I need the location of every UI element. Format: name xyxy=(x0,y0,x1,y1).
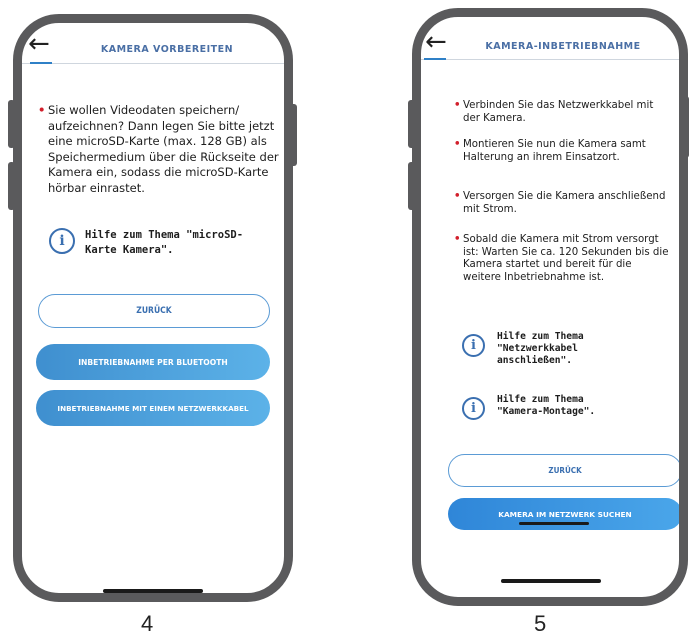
phone4-back-button-label: ZURÜCK xyxy=(136,306,172,316)
phone5-bullet-item-1: • Verbinden Sie das Netzwerkkabel mit de… xyxy=(454,100,669,125)
phone4-screen: ← KAMERA VORBEREITEN • Sie wollen Videod… xyxy=(22,23,284,593)
bullet-dot-icon: • xyxy=(454,191,461,202)
phone5-bullet-text-1: Verbinden Sie das Netzwerkkabel mit der … xyxy=(463,100,654,124)
phone5-help-link-2[interactable]: i Hilfe zum Thema "Kamera-Montage". xyxy=(462,394,662,420)
bullet-dot-icon: • xyxy=(454,234,461,245)
phone5-back-arrow-icon[interactable]: ← xyxy=(425,29,447,55)
phone5-header-accent xyxy=(424,58,446,60)
phone4-back-button[interactable]: ZURÜCK xyxy=(38,294,270,328)
info-icon: i xyxy=(49,228,75,254)
phone5-back-button-label: ZURÜCK xyxy=(548,466,582,475)
phone5-bullet-item-4: • Sobald die Kamera mit Strom versorgt i… xyxy=(454,234,669,284)
phone5-help-text-2: Hilfe zum Thema "Kamera-Montage". xyxy=(497,394,596,417)
phone5-help-link-1[interactable]: i Hilfe zum Thema "Netzwerkkabel anschli… xyxy=(462,331,662,367)
phone4-bullet-item: • Sie wollen Videodaten speichern/ aufze… xyxy=(38,103,282,196)
phone5-screen: ← KAMERA-INBETRIEBNAHME • Verbinden Sie … xyxy=(421,17,679,597)
phone5-frame: ← KAMERA-INBETRIEBNAHME • Verbinden Sie … xyxy=(412,8,688,606)
phone4-network-button-label: INBETRIEBNAHME MIT EINEM NETZWERKKABEL xyxy=(57,403,249,413)
phone5-header-divider xyxy=(421,59,679,60)
phone4-back-arrow-icon[interactable]: ← xyxy=(28,31,50,57)
phone5-back-button[interactable]: ZURÜCK xyxy=(448,454,679,487)
phone5-bullet-text-4: Sobald die Kamera mit Strom versorgt ist… xyxy=(463,234,669,283)
phone5-search-button[interactable]: KAMERA IM NETZWERK SUCHEN xyxy=(448,498,679,530)
bullet-dot-icon: • xyxy=(454,139,461,150)
phone4-header-divider xyxy=(22,63,284,64)
phone5-overlay-bar xyxy=(519,522,589,525)
phone5-help-text-1: Hilfe zum Thema "Netzwerkkabel anschließ… xyxy=(497,331,584,366)
bullet-dot-icon: • xyxy=(38,103,46,117)
phone5-home-indicator[interactable] xyxy=(501,579,601,583)
phone4-header-accent xyxy=(30,62,52,64)
phone4-network-button[interactable]: INBETRIEBNAHME MIT EINEM NETZWERKKABEL xyxy=(36,390,270,426)
phone4-bluetooth-button-label: INBETRIEBNAHME PER BLUETOOTH xyxy=(78,357,228,367)
phone4-help-text: Hilfe zum Thema "microSD-Karte Kamera". xyxy=(85,229,244,256)
info-icon: i xyxy=(462,397,485,420)
phone5-caption: 5 xyxy=(534,611,547,636)
phone4-help-link[interactable]: i Hilfe zum Thema "microSD-Karte Kamera"… xyxy=(49,226,274,258)
phone5-bullet-text-2: Montieren Sie nun die Kamera samt Halter… xyxy=(463,139,646,163)
phone4-bluetooth-button[interactable]: INBETRIEBNAHME PER BLUETOOTH xyxy=(36,344,270,380)
phone5-bullet-item-3: • Versorgen Sie die Kamera anschließend … xyxy=(454,191,669,216)
info-icon: i xyxy=(462,334,485,357)
bullet-dot-icon: • xyxy=(454,100,461,111)
phone4-frame: ← KAMERA VORBEREITEN • Sie wollen Videod… xyxy=(13,14,293,602)
phone5-bullet-item-2: • Montieren Sie nun die Kamera samt Halt… xyxy=(454,139,669,164)
phone5-header-title: KAMERA-INBETRIEBNAHME xyxy=(485,41,641,52)
phone5-search-button-label: KAMERA IM NETZWERK SUCHEN xyxy=(498,509,632,519)
phone4-caption: 4 xyxy=(141,611,154,636)
phone4-header-title: KAMERA VORBEREITEN xyxy=(100,44,234,55)
phone4-bullet-text: Sie wollen Videodaten speichern/ aufzeic… xyxy=(48,103,279,195)
phone4-home-indicator[interactable] xyxy=(103,589,203,593)
phone5-bullet-text-3: Versorgen Sie die Kamera anschließend mi… xyxy=(463,191,666,215)
